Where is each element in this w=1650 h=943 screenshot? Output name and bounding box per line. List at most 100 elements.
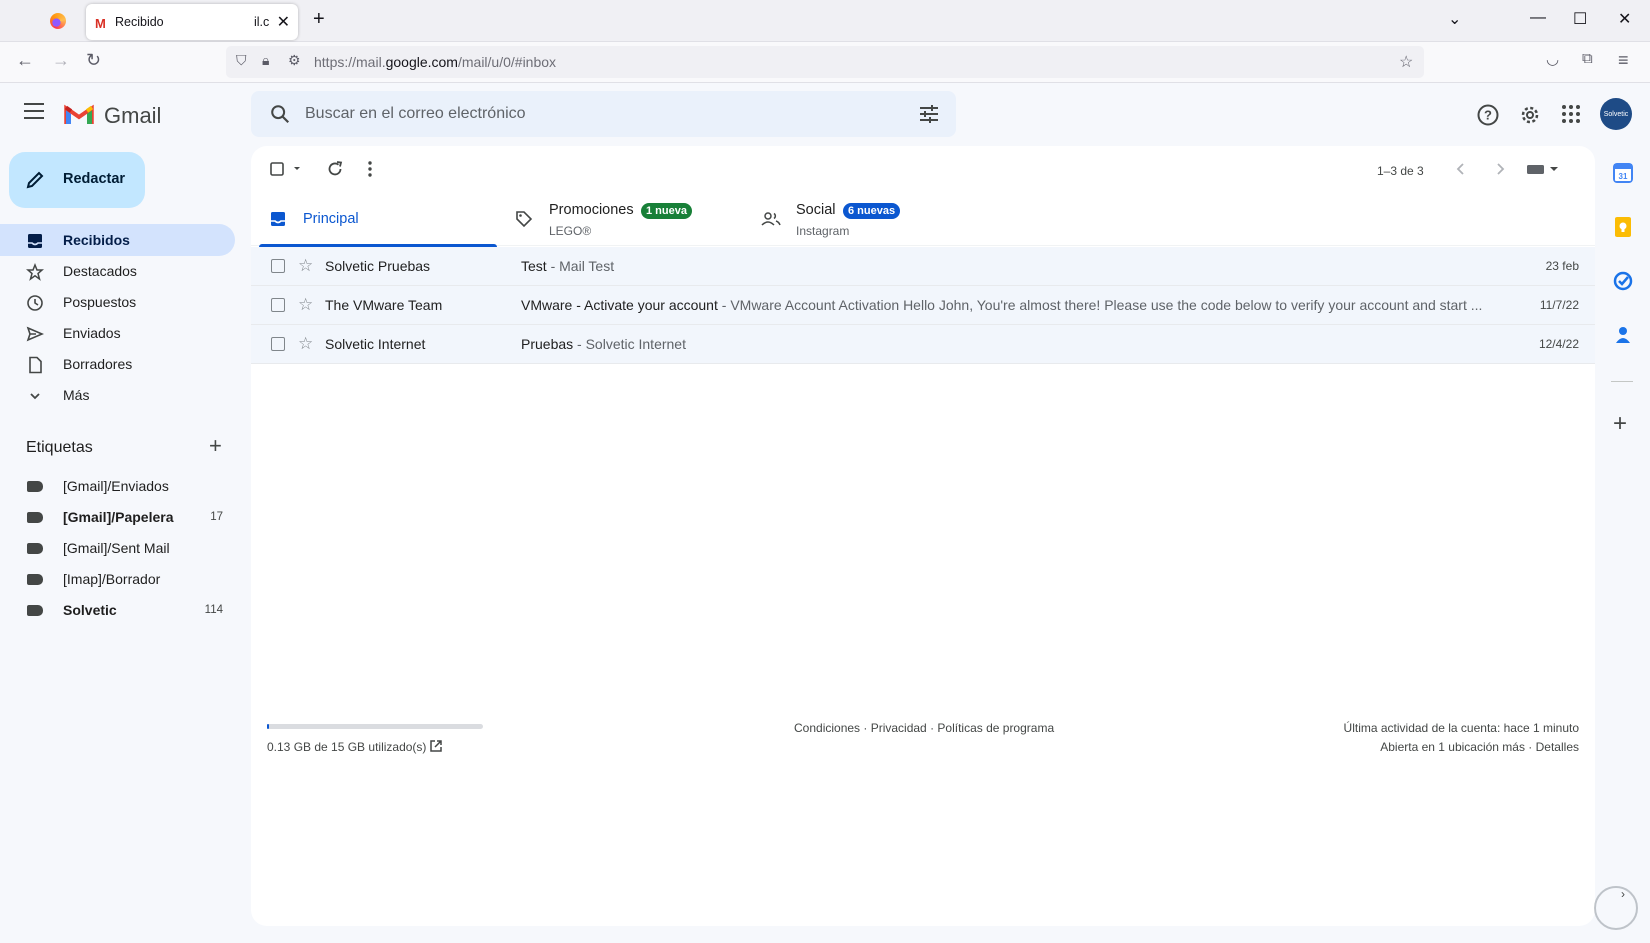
tab-primary[interactable]: Principal [259,190,497,247]
tag-icon [516,211,533,228]
permissions-icon[interactable]: ⚙︎ [288,52,301,69]
tab-list-chevron-icon[interactable]: ⌄ [1448,9,1461,29]
main-menu-icon[interactable] [24,103,44,119]
email-snippet: - VMware Account Activation Hello John, … [717,297,1483,313]
category-tabs: Principal Promociones 1 nueva LEGO® Soci… [251,190,1595,247]
labels-heading: Etiquetas [26,439,93,456]
sidebar-item-more[interactable]: Más [0,379,235,411]
search-icon[interactable] [269,103,291,125]
email-sender: The VMware Team [325,297,443,313]
app-menu-icon[interactable]: ≡ [1618,50,1629,71]
compose-label: Redactar [63,171,126,187]
email-subject: Test [521,258,547,274]
shield-icon[interactable]: ⛉ [236,52,247,69]
gmail-wordmark[interactable]: Gmail [104,103,161,129]
input-tools-keyboard-icon[interactable] [1526,160,1560,178]
open-external-icon[interactable] [429,739,443,753]
star-icon[interactable]: ☆ [298,295,313,315]
email-checkbox[interactable] [271,298,285,312]
tab-social[interactable]: Social 6 nuevas Instagram [751,190,989,246]
side-panel-divider [1611,381,1633,382]
help-icon[interactable]: ? [1476,103,1500,127]
extensions-icon[interactable]: ⧉ [1582,50,1593,67]
star-icon[interactable]: ☆ [298,334,313,354]
maximize-window-button[interactable]: ☐ [1573,9,1587,29]
email-date: 11/7/22 [1539,298,1579,312]
create-label-button[interactable]: + [209,433,222,459]
pocket-icon[interactable]: ◡ [1546,50,1559,68]
last-activity-text: Última actividad de la cuenta: hace 1 mi… [1343,721,1579,735]
chevron-down-icon [30,393,40,400]
email-row[interactable]: ☆ Solvetic Internet Pruebas - Solvetic I… [251,325,1595,364]
newer-page-chevron-icon[interactable] [1454,160,1468,178]
older-page-chevron-icon[interactable] [1493,160,1507,178]
more-options-icon[interactable] [367,160,373,178]
mail-list-panel: 1–3 de 3 Principal Promociones 1 nueva L… [251,146,1595,926]
address-bar[interactable]: ⛉ 🔒︎ ⚙︎ https://mail.google.com/mail/u/0… [226,46,1424,78]
tab-promotions[interactable]: Promociones 1 nueva LEGO® [505,190,743,246]
reload-button[interactable]: ↻ [86,50,101,71]
compose-button[interactable]: Redactar [9,152,145,208]
firefox-logo-icon[interactable] [50,13,66,29]
label-count: 114 [204,604,223,616]
sidebar-item-inbox[interactable]: Recibidos [0,224,235,256]
bookmark-star-icon[interactable]: ☆ [1399,52,1413,72]
email-checkbox[interactable] [271,337,285,351]
close-tab-icon[interactable]: ✕ [277,12,290,32]
search-input[interactable] [305,91,885,137]
sidebar-item-label: Recibidos [63,232,130,248]
inbox-icon [28,234,42,248]
clock-icon [27,295,43,311]
account-avatar[interactable]: Solvetic [1600,98,1632,130]
email-content: VMware - Activate your account - VMware … [521,297,1487,313]
lock-icon[interactable]: 🔒︎ [262,52,269,69]
google-keep-icon[interactable] [1613,217,1633,237]
sidebar-item-sent[interactable]: Enviados [0,317,235,349]
gmail-favicon-icon: M [95,16,106,31]
back-button[interactable]: ← [16,50,34,71]
google-calendar-icon[interactable]: 31 [1613,163,1633,183]
label-tag-icon [27,512,43,523]
refresh-icon[interactable] [326,160,344,178]
tab-sender-preview: Instagram [796,224,850,238]
email-sender: Solvetic Pruebas [325,258,431,274]
google-tasks-icon[interactable] [1613,271,1633,291]
google-contacts-icon[interactable] [1613,325,1633,345]
activity-details-link[interactable]: Abierta en 1 ubicación más · Detalles [1380,740,1579,754]
label-name: [Gmail]/Sent Mail [63,540,170,556]
sidebar-item-starred[interactable]: Destacados [0,255,235,287]
star-icon[interactable]: ☆ [298,256,313,276]
select-all-checkbox[interactable] [269,160,305,178]
footer-links[interactable]: Condiciones · Privacidad · Políticas de … [794,721,1054,735]
email-row[interactable]: ☆ The VMware Team VMware - Activate your… [251,286,1595,325]
browser-tab[interactable]: M Recibido il.c ✕ [86,4,298,40]
search-options-icon[interactable] [918,104,940,124]
google-apps-icon[interactable] [1560,103,1582,125]
people-icon [761,212,781,226]
sidebar-item-label: Más [63,387,90,403]
url-text[interactable]: https://mail.google.com/mail/u/0/#inbox [314,54,556,70]
email-row[interactable]: ☆ Solvetic Pruebas Test - Mail Test 23 f… [251,247,1595,286]
sidebar-item-drafts[interactable]: Borradores [0,348,235,380]
email-content: Pruebas - Solvetic Internet [521,336,1487,352]
gmail-logo-icon[interactable] [64,102,94,126]
tab-title: Recibido [115,15,164,29]
sidebar-label-item[interactable]: [Imap]/Borrador [0,563,235,595]
forward-button[interactable]: → [52,50,70,71]
minimize-window-button[interactable]: — [1530,9,1546,27]
sidebar-label-item[interactable]: [Gmail]/Sent Mail [0,532,235,564]
get-addons-button[interactable]: + [1613,410,1627,438]
close-window-button[interactable]: ✕ [1618,9,1631,29]
search-bar[interactable] [251,91,956,137]
sidebar-label-item[interactable]: Solvetic 114 [0,594,235,626]
sidebar-label-item[interactable]: [Gmail]/Enviados [0,470,235,502]
sidebar-item-snoozed[interactable]: Pospuestos [0,286,235,318]
svg-text:?: ? [1484,108,1492,123]
new-tab-button[interactable]: + [313,8,325,31]
sidebar-item-label: Borradores [63,356,133,372]
settings-gear-icon[interactable] [1518,103,1542,127]
sidebar-label-item[interactable]: [Gmail]/Papelera 17 [0,501,235,533]
email-checkbox[interactable] [271,259,285,273]
label-count: 17 [210,511,223,523]
show-side-panel-chevron-icon[interactable]: › [1621,887,1625,901]
